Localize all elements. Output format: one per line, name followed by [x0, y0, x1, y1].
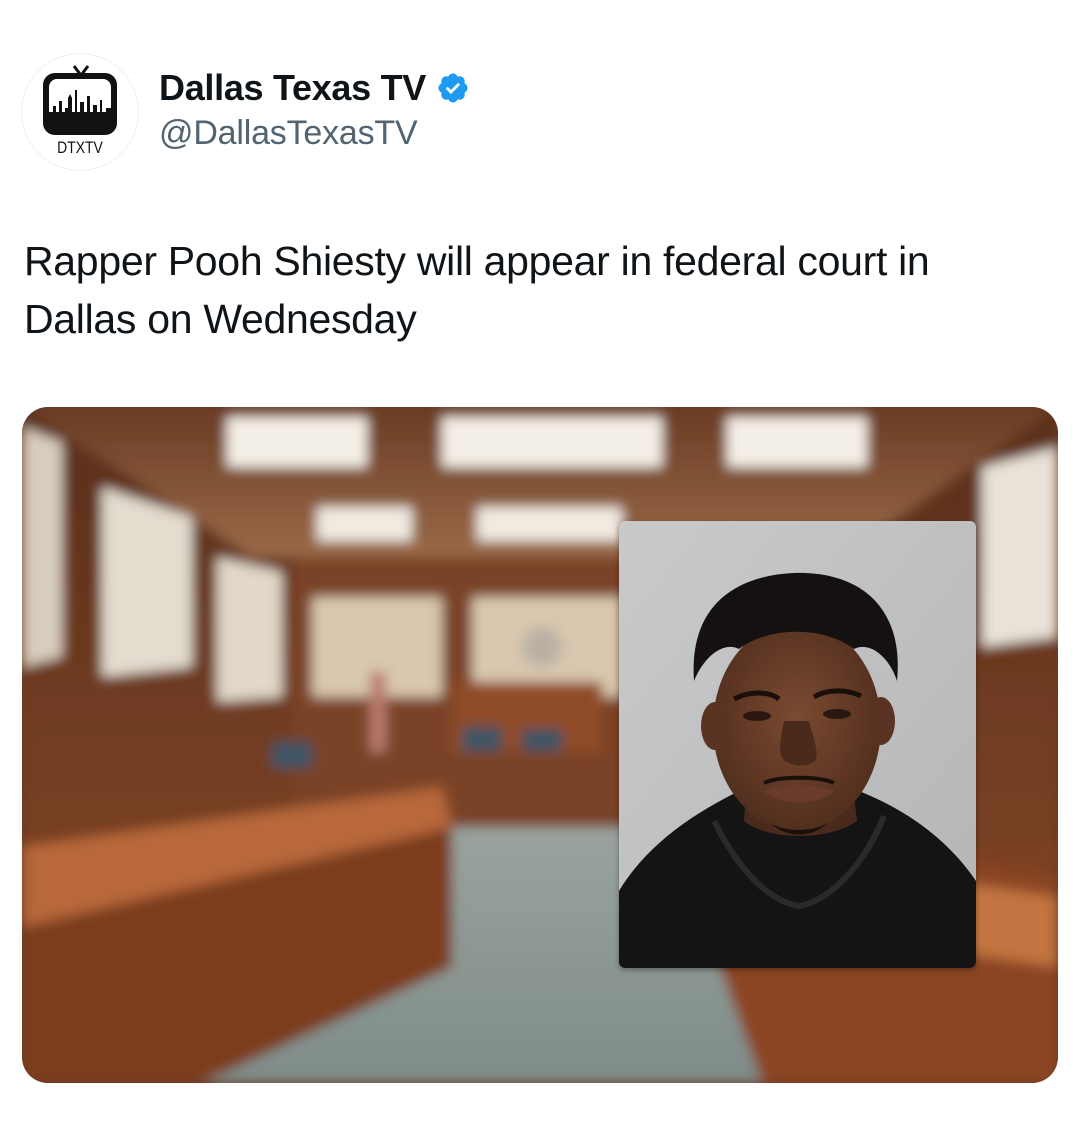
avatar-logo-text: DTXTV	[57, 138, 103, 157]
tweet-text: Rapper Pooh Shiesty will appear in feder…	[24, 238, 930, 342]
account-avatar[interactable]: DTXTV	[22, 54, 138, 170]
mugshot-image	[619, 521, 976, 968]
account-handle[interactable]: @DallasTexasTV	[159, 114, 418, 153]
mugshot-photo	[619, 521, 976, 968]
display-name[interactable]: Dallas Texas TV	[159, 67, 426, 109]
tweet-card: DTXTV Dallas Texas TV @DallasTexasTV Rap…	[0, 0, 1080, 1132]
verified-badge-icon	[436, 71, 470, 105]
tweet-media[interactable]	[22, 407, 1058, 1083]
display-name-row[interactable]: Dallas Texas TV	[159, 66, 470, 110]
